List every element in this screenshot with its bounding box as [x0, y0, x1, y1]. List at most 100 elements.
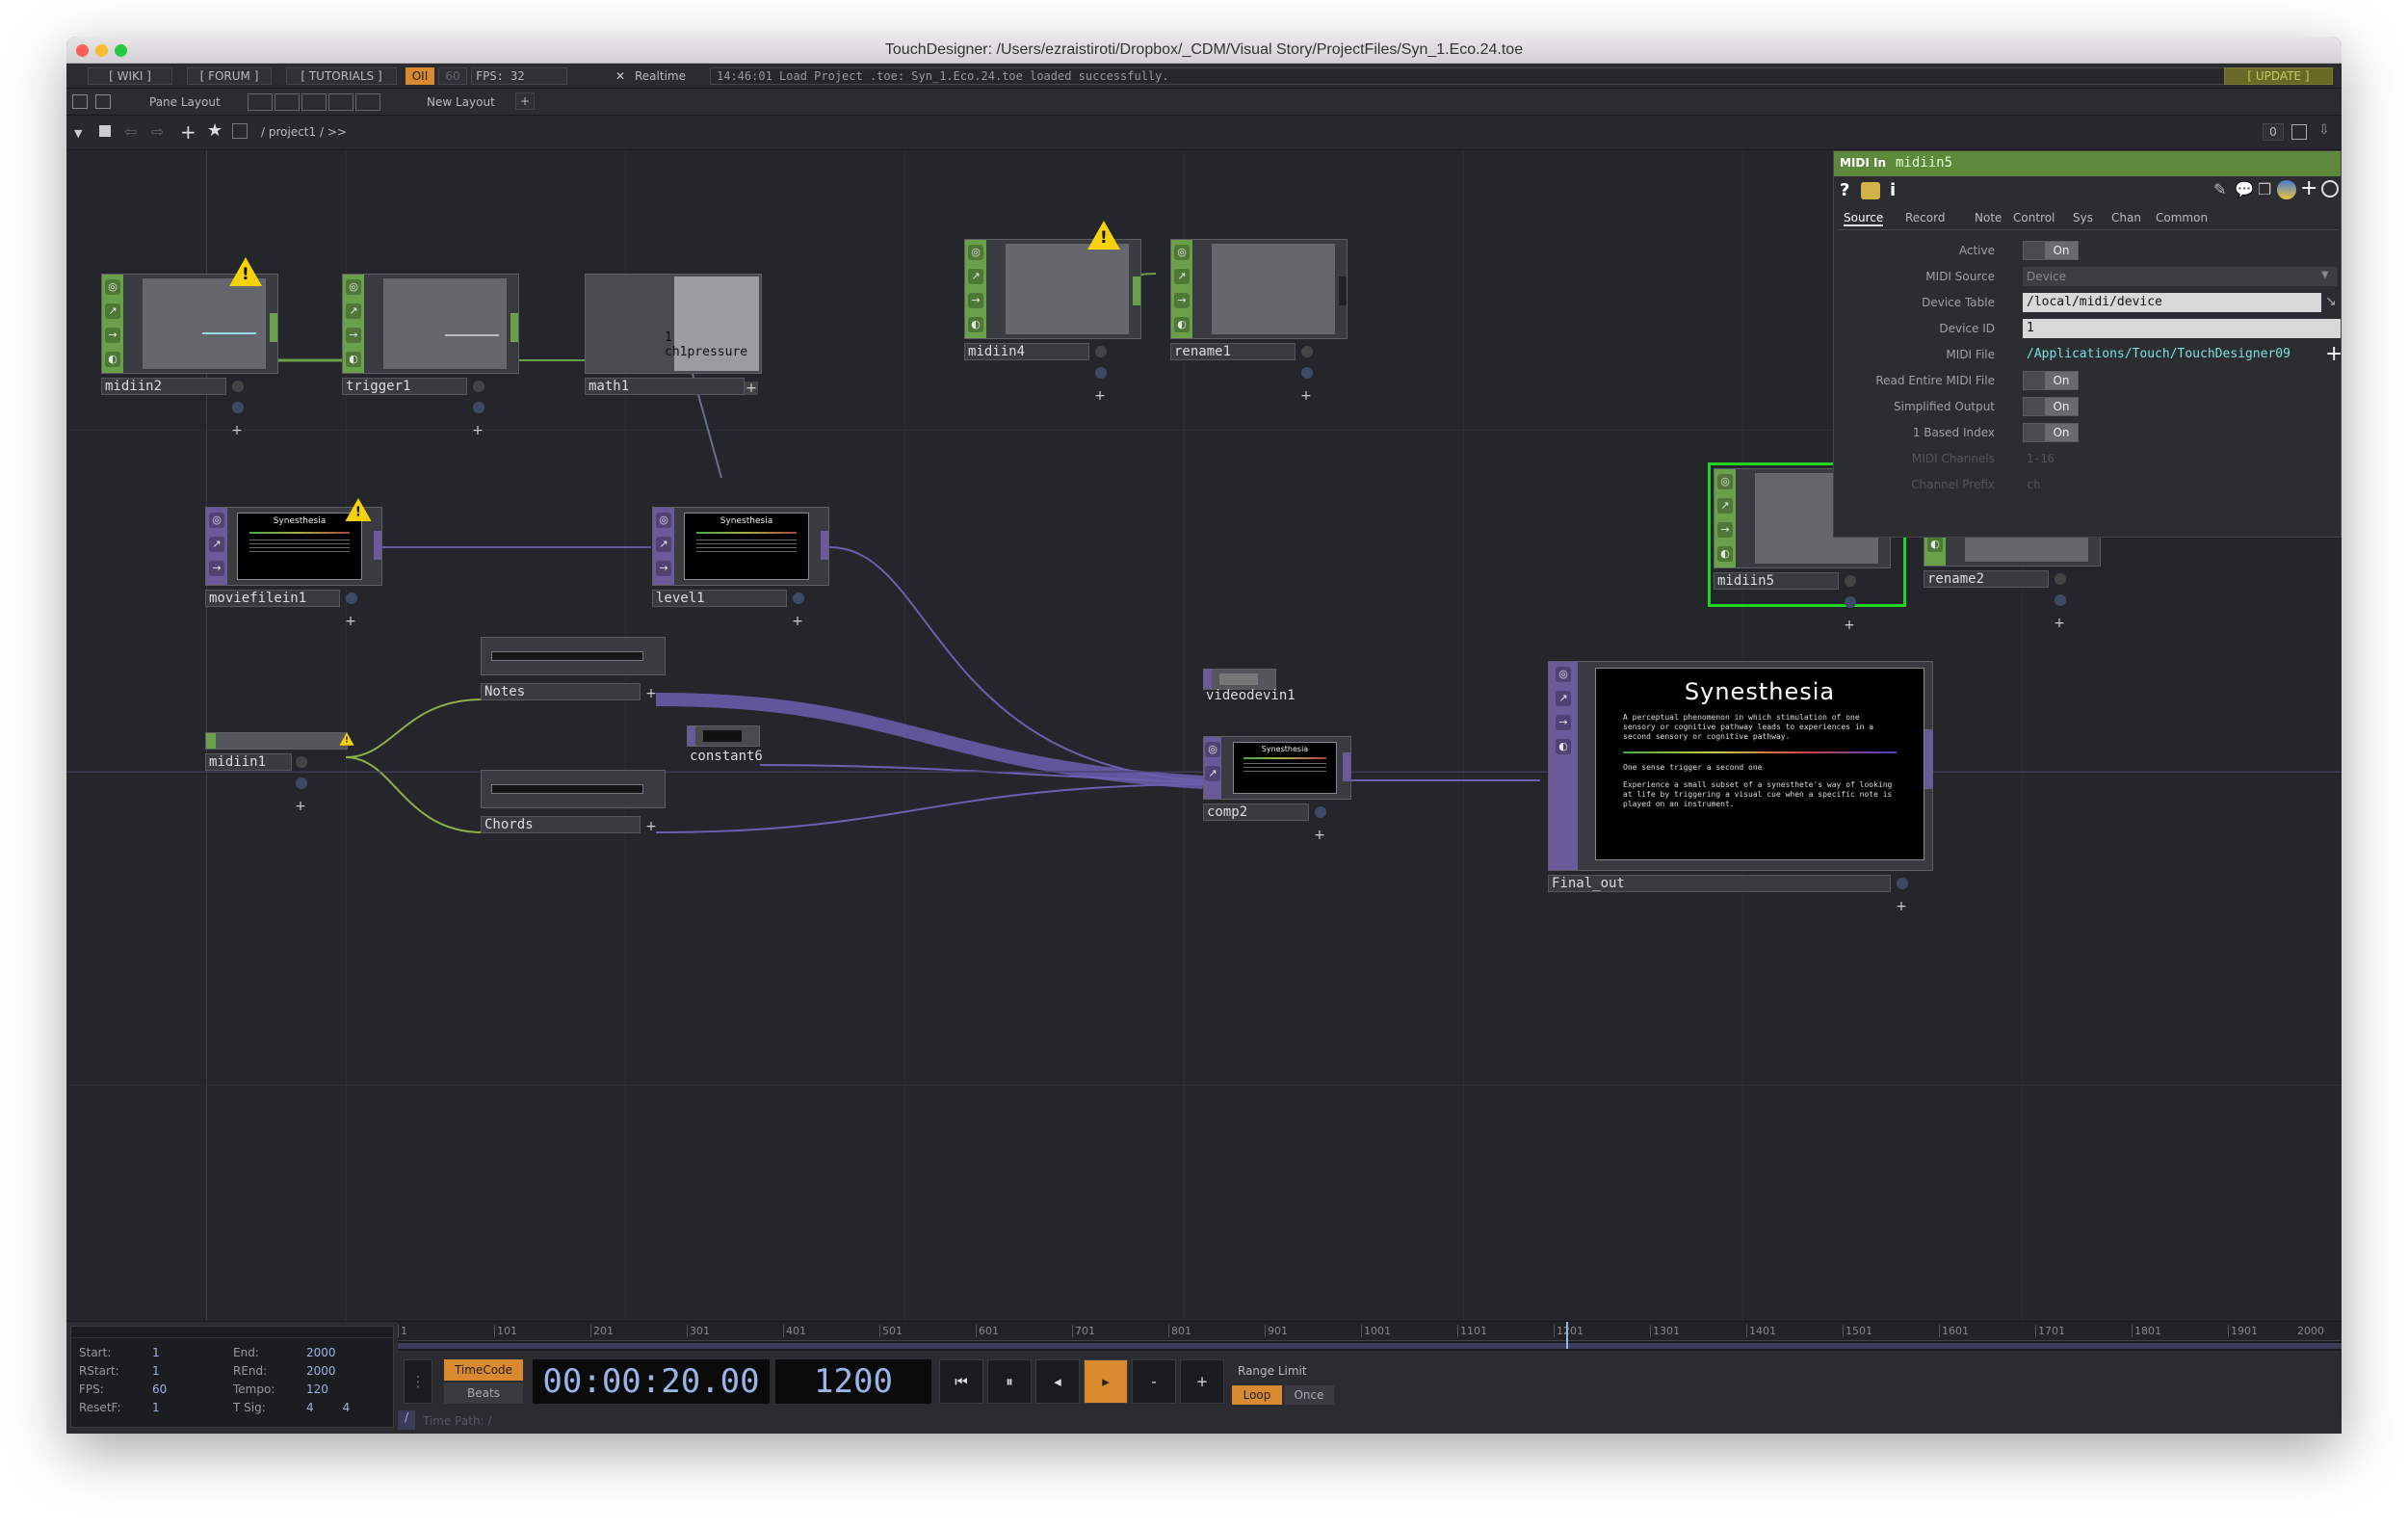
step-minus-button[interactable]: - [1132, 1359, 1176, 1404]
add-icon[interactable]: + [180, 120, 196, 144]
warning-icon[interactable]: ! [339, 732, 354, 746]
oi-button[interactable]: OII [406, 67, 434, 85]
warning-icon[interactable]: ! [229, 257, 262, 286]
frame-display[interactable]: 1200 [775, 1359, 931, 1404]
forum-button[interactable]: [ FORUM ] [187, 67, 272, 85]
rend-field[interactable]: 2000 [306, 1362, 350, 1381]
sixty-button[interactable]: 60 [438, 67, 467, 85]
download-icon[interactable] [95, 94, 111, 109]
timecode-button[interactable]: TimeCode [444, 1359, 523, 1381]
tab-record[interactable]: Record [1905, 211, 1945, 224]
timecode-display[interactable]: 00:00:20.00 [533, 1359, 770, 1404]
node-name[interactable]: videodevin1 [1203, 688, 1299, 705]
fps-field[interactable]: 60 [152, 1381, 233, 1399]
simplified-toggle[interactable]: On [2023, 397, 2079, 416]
edit-icon[interactable]: ✎ [2213, 180, 2226, 198]
node-name[interactable]: moviefilein1 [205, 590, 340, 607]
node-name[interactable]: Final_out [1548, 875, 1891, 892]
playhead[interactable] [1566, 1322, 1568, 1349]
tutorials-button[interactable]: [ TUTORIALS ] [286, 67, 397, 85]
step-back-icon[interactable]: ◂ [1035, 1359, 1080, 1404]
tab-control[interactable]: Control [2013, 211, 2055, 224]
time-path-icon[interactable]: / [398, 1410, 415, 1430]
one-based-toggle[interactable]: On [2023, 423, 2079, 442]
export-icon[interactable]: ⇩ [2318, 122, 2330, 138]
panel-icon[interactable] [72, 94, 88, 109]
rewind-icon[interactable]: ⏮ [939, 1359, 983, 1404]
play-icon[interactable]: ▸ [1084, 1359, 1128, 1404]
network-up-icon[interactable] [232, 123, 248, 139]
layout-three-icon[interactable] [328, 93, 353, 111]
step-plus-button[interactable]: + [1180, 1359, 1224, 1404]
stop-icon[interactable] [99, 125, 111, 137]
wiki-button[interactable]: [ WIKI ] [88, 67, 172, 85]
realtime-checkbox[interactable]: ✕ [615, 69, 625, 83]
tab-common[interactable]: Common [2156, 211, 2208, 224]
midi-source-menu[interactable]: Device [2023, 267, 2337, 286]
timeline-ruler[interactable]: 1 101 201 301 401 501 601 701 801 901 1001 1101 1201… [398, 1322, 2342, 1341]
warning-icon[interactable]: ! [345, 498, 372, 521]
tab-note[interactable]: Note [1975, 211, 2002, 224]
time-options-icon[interactable]: ⋮ [404, 1359, 432, 1404]
tsig-a-field[interactable]: 4 [306, 1401, 314, 1414]
end-field[interactable]: 2000 [306, 1344, 350, 1362]
star-icon[interactable]: ★ [207, 120, 222, 141]
node-name[interactable]: midiin5 [1714, 572, 1839, 590]
target-icon[interactable] [2321, 180, 2339, 198]
device-table-field[interactable]: /local/midi/device [2023, 293, 2321, 312]
node-name[interactable]: Notes [481, 683, 641, 700]
node-name[interactable]: midiin1 [205, 753, 292, 771]
node-name[interactable]: midiin2 [101, 378, 226, 395]
tab-chan[interactable]: Chan [2111, 211, 2141, 224]
node-name[interactable]: comp2 [1203, 804, 1309, 821]
layout-split-h-icon[interactable] [301, 93, 327, 111]
clone-icon[interactable]: ❐ [2258, 180, 2271, 198]
device-id-field[interactable]: 1 [2023, 319, 2341, 338]
pause-icon[interactable]: ⏸ [987, 1359, 1032, 1404]
once-button[interactable]: Once [1284, 1385, 1334, 1405]
node-name[interactable]: rename1 [1170, 343, 1296, 360]
forward-icon[interactable]: ⇨ [151, 122, 164, 141]
add-layout-button[interactable]: + [515, 92, 535, 110]
loop-button[interactable]: Loop [1232, 1385, 1282, 1405]
active-toggle[interactable]: On [2023, 241, 2079, 260]
maximize-pane-icon[interactable] [2291, 124, 2307, 140]
node-name[interactable]: Chords [481, 816, 641, 833]
start-field[interactable]: 1 [152, 1344, 233, 1362]
beats-button[interactable]: Beats [444, 1383, 523, 1404]
layout-split-v-icon[interactable] [275, 93, 300, 111]
node-name[interactable]: midiin4 [964, 343, 1089, 360]
network-path[interactable]: / project1 / >> [261, 125, 347, 139]
tsig-b-field[interactable]: 4 [343, 1401, 351, 1414]
back-icon[interactable]: ⇦ [124, 122, 137, 141]
python-help-icon[interactable] [1861, 182, 1880, 199]
layout-single-icon[interactable] [248, 93, 273, 111]
tab-source[interactable]: Source [1844, 211, 1884, 226]
chevron-down-icon[interactable]: ▼ [2321, 270, 2329, 280]
comment-icon[interactable]: 💬 [2235, 180, 2254, 198]
update-button[interactable]: [ UPDATE ] [2224, 67, 2333, 85]
tempo-field[interactable]: 120 [306, 1381, 350, 1399]
node-name[interactable]: level1 [652, 590, 787, 607]
timeline-scrubber[interactable] [398, 1322, 2342, 1351]
layout-four-icon[interactable] [355, 93, 380, 111]
info-icon[interactable]: i [1890, 180, 1896, 200]
rstart-field[interactable]: 1 [152, 1362, 233, 1381]
tab-sys[interactable]: Sys [2073, 211, 2093, 224]
add-param-icon[interactable]: + [2300, 176, 2317, 200]
resetf-field[interactable]: 1 [152, 1399, 233, 1417]
warning-icon[interactable]: ! [1087, 221, 1120, 250]
node-name[interactable]: constant6 [687, 749, 764, 766]
python-icon[interactable] [2277, 180, 2296, 199]
midi-channels-field[interactable]: 1-16 [2027, 452, 2055, 465]
channel-prefix-field[interactable]: ch [2027, 478, 2040, 491]
op-name-field[interactable]: midiin5 [1896, 155, 1952, 171]
node-name[interactable]: rename2 [1924, 570, 2049, 588]
arrow-icon[interactable]: ↘ [2325, 294, 2337, 309]
midi-file-field[interactable]: /Applications/Touch/TouchDesigner09 [2023, 345, 2321, 364]
zero-button[interactable]: 0 [2263, 123, 2284, 141]
read-entire-toggle[interactable]: On [2023, 371, 2079, 390]
menu-dropdown-icon[interactable]: ▼ [74, 127, 82, 140]
node-name[interactable]: math1 [585, 378, 745, 395]
help-icon[interactable]: ? [1840, 180, 1849, 200]
